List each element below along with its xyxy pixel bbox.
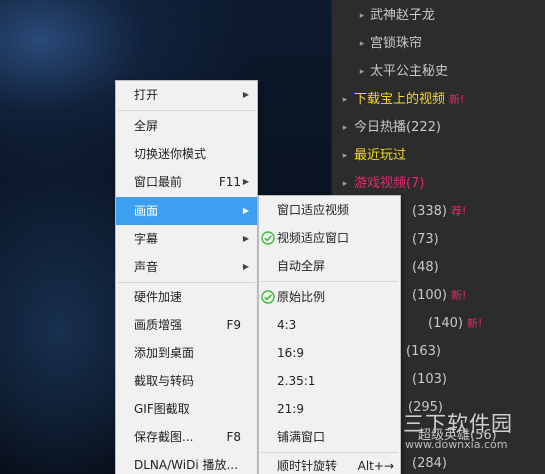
new-badge: 新! <box>449 93 465 106</box>
expand-arrow-icon: ▸ <box>342 151 348 161</box>
category-label: 游戏视频(7) <box>354 176 425 191</box>
category-count: (103) <box>412 372 447 387</box>
picture-submenu: 窗口适应视频 视频适应窗口 自动全屏 原始比例 4:3 16:9 2.35:1 … <box>258 195 401 474</box>
category-count: (338) <box>412 204 447 219</box>
watermark-url: www.downxia.com <box>405 438 508 451</box>
shortcut-label: F8 <box>226 430 241 444</box>
playlist-item-label: 武神赵子龙 <box>370 8 436 23</box>
submenu-arrow-icon: ▶ <box>242 234 249 243</box>
menu-item-open[interactable]: 打开 ▶ <box>116 81 257 109</box>
submenu-item-ratio-16-9[interactable]: 16:9 <box>259 339 400 367</box>
category-label: 今日热播(222) <box>354 120 441 135</box>
menu-item-add-to-desktop[interactable]: 添加到桌面 <box>116 339 257 367</box>
check-circle-icon <box>261 290 275 304</box>
shortcut-label: F11 <box>218 175 241 189</box>
submenu-arrow-icon: ▶ <box>242 206 249 215</box>
category-label: 下载宝上的视频 <box>354 92 446 107</box>
category-count: (163) <box>406 344 441 359</box>
bullet-icon: ▸ <box>359 67 365 77</box>
new-badge: 新! <box>450 289 467 302</box>
menu-item-quality-enhance[interactable]: 画质增强 F9 <box>116 311 257 339</box>
category-count: (100) <box>412 288 447 303</box>
playlist-item-label: 太平公主秘史 <box>370 64 449 79</box>
submenu-item-ratio-4-3[interactable]: 4:3 <box>259 311 400 339</box>
playlist-category[interactable]: ▸ 游戏视频(7) <box>332 170 545 198</box>
playlist-category[interactable]: ▸ 最近玩过 <box>332 142 545 170</box>
expand-arrow-icon: ▸ <box>342 95 348 105</box>
playlist-category[interactable]: ▸ 下载宝上的视频 新! <box>332 86 545 114</box>
check-circle-icon <box>261 231 275 245</box>
menu-item-hardware-accel[interactable]: 硬件加速 <box>116 283 257 311</box>
submenu-arrow-icon: ▶ <box>242 177 249 186</box>
bullet-icon: ▸ <box>359 39 365 49</box>
menu-item-capture-transcode[interactable]: 截取与转码 <box>116 367 257 395</box>
submenu-item-video-fit-window[interactable]: 视频适应窗口 <box>259 224 400 252</box>
playlist-item[interactable]: ▸ 武神赵子龙 <box>332 2 545 30</box>
category-count: (140) <box>428 316 463 331</box>
menu-item-audio[interactable]: 声音 ▶ <box>116 253 257 281</box>
context-menu: 打开 ▶ 全屏 切换迷你模式 窗口最前 F11 ▶ 画面 ▶ 字幕 ▶ 声音 ▶… <box>115 80 258 474</box>
menu-divider <box>118 110 255 111</box>
menu-item-picture[interactable]: 画面 ▶ <box>116 197 257 225</box>
menu-item-subtitle[interactable]: 字幕 ▶ <box>116 225 257 253</box>
shortcut-label: Alt+→ <box>357 459 394 473</box>
submenu-item-auto-fullscreen[interactable]: 自动全屏 <box>259 252 400 280</box>
submenu-arrow-icon: ▶ <box>242 90 249 99</box>
menu-item-fullscreen[interactable]: 全屏 <box>116 112 257 140</box>
playlist-item-label: 宫锁珠帘 <box>370 36 423 51</box>
menu-item-mini-mode[interactable]: 切换迷你模式 <box>116 140 257 168</box>
menu-item-gif-capture[interactable]: GIF图截取 <box>116 395 257 423</box>
shortcut-label: F9 <box>226 318 241 332</box>
category-count: (73) <box>412 232 439 247</box>
playlist-category[interactable]: ▸ 今日热播(222) <box>332 114 545 142</box>
menu-item-save-screenshot[interactable]: 保存截图... F8 <box>116 423 257 451</box>
submenu-item-rotate-clockwise[interactable]: 顺时针旋转 Alt+→ <box>259 452 400 474</box>
submenu-item-ratio-21-9[interactable]: 21:9 <box>259 395 400 423</box>
category-label: 最近玩过 <box>354 148 407 163</box>
submenu-item-ratio-2-35-1[interactable]: 2.35:1 <box>259 367 400 395</box>
menu-divider <box>261 281 398 282</box>
new-badge: 新! <box>466 317 483 330</box>
submenu-item-window-fit-video[interactable]: 窗口适应视频 <box>259 196 400 224</box>
category-count: (48) <box>412 260 439 275</box>
menu-item-always-on-top[interactable]: 窗口最前 F11 ▶ <box>116 168 257 196</box>
submenu-item-original-ratio[interactable]: 原始比例 <box>259 283 400 311</box>
playlist-item[interactable]: ▸ 太平公主秘史 <box>332 58 545 86</box>
playlist-item[interactable]: ▸ 宫锁珠帘 <box>332 30 545 58</box>
recommend-badge: 荐! <box>450 205 467 218</box>
menu-item-dlna-widi[interactable]: DLNA/WiDi 播放... <box>116 451 257 474</box>
expand-arrow-icon: ▸ <box>342 123 348 133</box>
submenu-arrow-icon: ▶ <box>242 262 249 271</box>
submenu-item-stretch-fill[interactable]: 铺满窗口 <box>259 423 400 451</box>
bullet-icon: ▸ <box>359 11 365 21</box>
watermark-title: 三下软件园 <box>403 412 513 436</box>
expand-arrow-icon: ▸ <box>342 179 348 189</box>
